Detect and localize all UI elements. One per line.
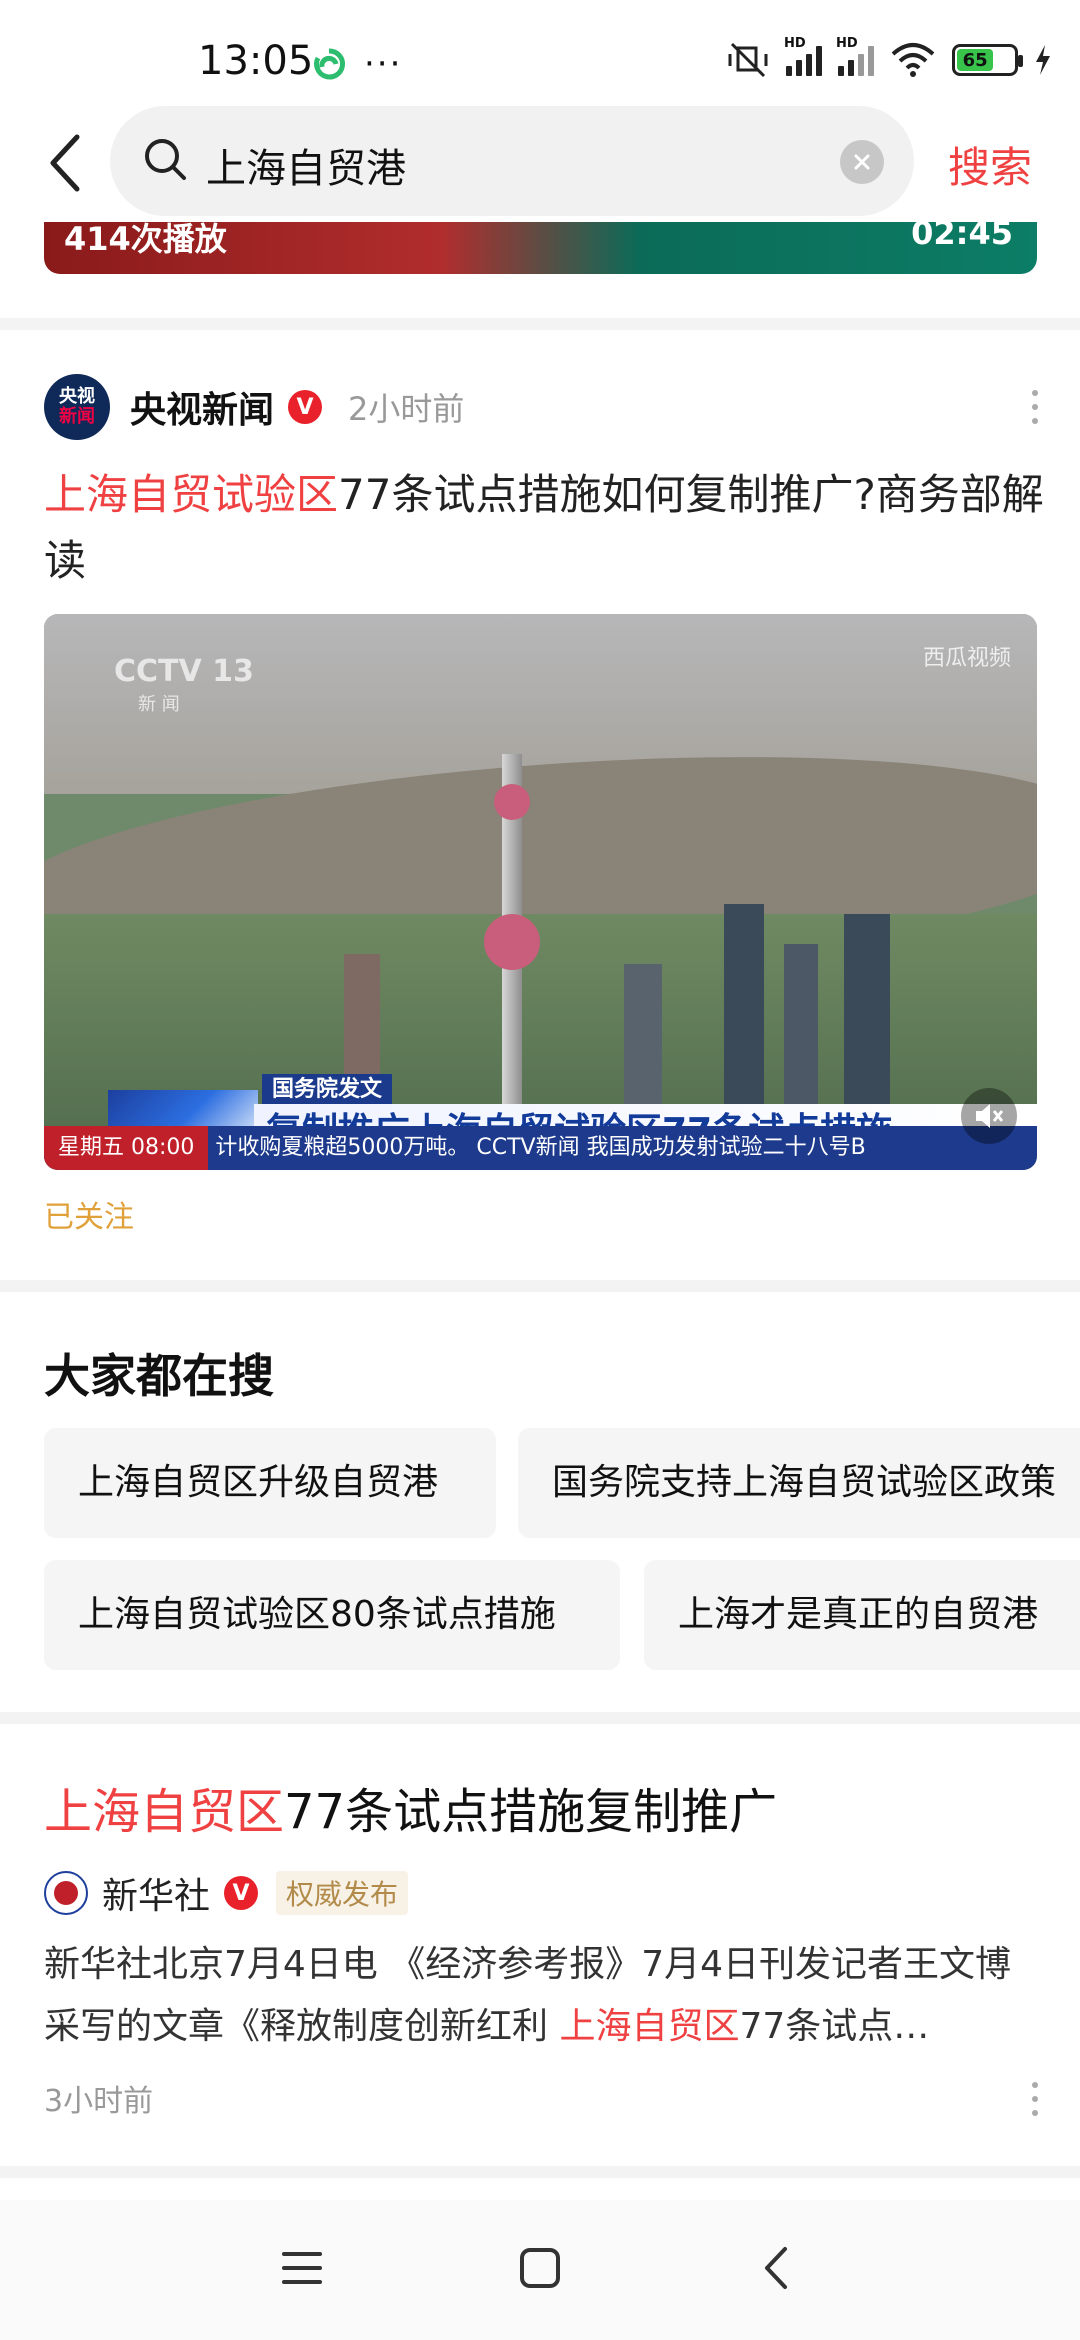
watermark: 西瓜视频 — [922, 646, 1011, 671]
clear-search-button[interactable] — [840, 140, 884, 184]
trending-chip[interactable]: 国务院支持上海自贸试验区政策 — [518, 1428, 1080, 1538]
channel-logo: CCTV 13 — [114, 654, 254, 689]
menu-icon — [282, 2252, 322, 2284]
more-notifications-icon: ··· — [364, 44, 403, 84]
system-nav-bar — [0, 2200, 1080, 2340]
sync-icon — [314, 48, 346, 80]
author-name[interactable]: 央视新闻 — [130, 381, 274, 433]
section-divider — [0, 318, 1080, 330]
news-lower-third: 国务院发文 复制推广上海自贸试验区77条试点措施 星期五 08:00 计收购夏粮… — [44, 1074, 1037, 1170]
battery-icon: 65 — [952, 44, 1023, 76]
news-tag: 国务院发文 — [262, 1074, 393, 1106]
article-time: 3小时前 — [44, 2084, 154, 2119]
xinhua-logo-icon — [44, 1871, 88, 1915]
vibrate-off-icon — [728, 42, 768, 78]
article-title[interactable]: 上海自贸区77条试点措施复制推广 — [44, 1772, 777, 1842]
back-button[interactable] — [40, 130, 90, 196]
mute-button[interactable] — [961, 1088, 1017, 1144]
nav-menu-button[interactable] — [272, 2238, 332, 2298]
verified-badge: V — [288, 390, 323, 424]
nav-home-button[interactable] — [510, 2238, 570, 2298]
signal-2-icon: HD — [836, 36, 874, 76]
status-time: 13:05 — [198, 38, 314, 84]
back-icon — [765, 2247, 787, 2289]
status-bar: 13:05 ··· HD HD 65 — [0, 0, 1080, 120]
search-query: 上海自贸港 — [206, 146, 406, 192]
charging-icon — [1036, 45, 1050, 75]
mute-icon — [976, 1104, 1004, 1128]
avatar[interactable]: 央视 新闻 — [44, 374, 110, 440]
post-title[interactable]: 上海自贸试验区77条试点措施如何复制推广?商务部解读 — [44, 462, 1044, 594]
search-header: 上海自贸港 搜索 — [0, 104, 1080, 222]
search-button[interactable]: 搜索 — [948, 134, 1032, 195]
article-snippet[interactable]: 新华社北京7月4日电 《经济参考报》7月4日刊发记者王文博采写的文章《释放制度创… — [44, 1934, 1040, 2058]
trending-title: 大家都在搜 — [44, 1349, 274, 1403]
trending-chip[interactable]: 上海自贸试验区80条试点措施 — [44, 1560, 620, 1670]
video-player[interactable]: CCTV 13 新 闻 西瓜视频 国务院发文 复制推广上海自贸试验区77条试点措… — [44, 614, 1037, 1170]
article-source: 新华社 V 权威发布 — [44, 1867, 409, 1919]
section-divider — [0, 2166, 1080, 2178]
chevron-left-icon — [50, 134, 80, 192]
search-input[interactable]: 上海自贸港 — [110, 106, 914, 216]
follow-status[interactable]: 已关注 — [44, 1192, 134, 1236]
battery-level: 65 — [957, 49, 994, 71]
more-vertical-icon[interactable] — [1030, 390, 1040, 424]
authority-tag: 权威发布 — [276, 1871, 409, 1915]
home-icon — [520, 2248, 560, 2288]
clear-icon — [854, 154, 870, 170]
news-ticker: 星期五 08:00 计收购夏粮超5000万吨。 CCTV新闻 我国成功发射试验二… — [44, 1126, 1037, 1170]
more-vertical-icon[interactable] — [1030, 2082, 1040, 2116]
section-divider — [0, 1280, 1080, 1292]
status-notification-icons: ··· — [312, 44, 402, 84]
section-divider — [0, 1712, 1080, 1724]
search-icon — [145, 139, 186, 180]
post-header: 央视 新闻 央视新闻 V 2小时前 — [44, 374, 464, 440]
trending-chip[interactable]: 上海自贸区升级自贸港 — [44, 1428, 496, 1538]
trending-chip[interactable]: 上海才是真正的自贸港 — [644, 1560, 1080, 1670]
wifi-icon — [891, 43, 935, 77]
signal-1-icon: HD — [784, 36, 822, 76]
channel-sub: 新 闻 — [138, 694, 180, 715]
status-system-icons: HD HD 65 — [726, 36, 1052, 80]
nav-back-button[interactable] — [746, 2238, 806, 2298]
verified-badge: V — [224, 1876, 259, 1910]
post-time: 2小时前 — [348, 390, 465, 428]
source-name[interactable]: 新华社 — [102, 1867, 210, 1919]
